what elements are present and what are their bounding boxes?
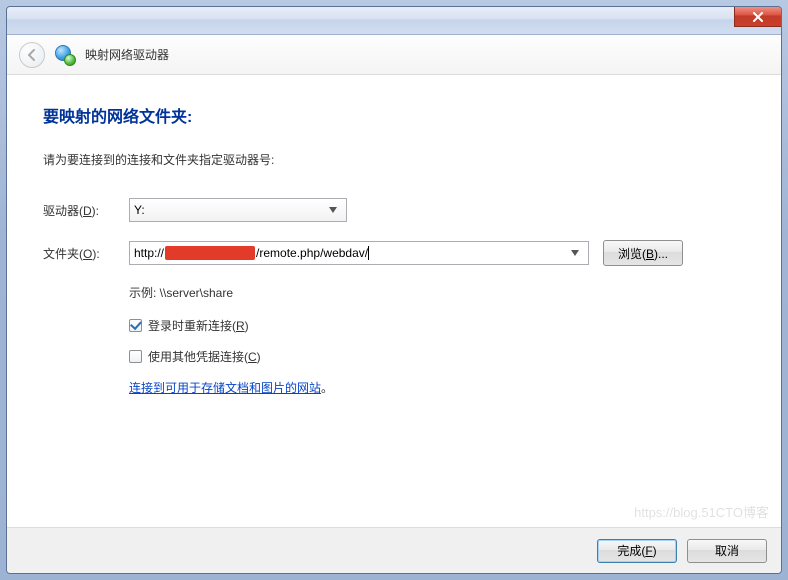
- cancel-button[interactable]: 取消: [687, 539, 767, 563]
- content-area: 要映射的网络文件夹: 请为要连接到的连接和文件夹指定驱动器号: 驱动器(D): …: [7, 75, 781, 527]
- titlebar: [7, 7, 781, 35]
- storage-website-link[interactable]: 连接到可用于存储文档和图片的网站: [129, 381, 321, 395]
- othercreds-label: 使用其他凭据连接(C): [148, 348, 261, 365]
- folder-value: http:///remote.php/webdav/: [134, 246, 566, 260]
- finish-button[interactable]: 完成(F): [597, 539, 677, 563]
- close-icon: [752, 12, 764, 22]
- main-heading: 要映射的网络文件夹:: [43, 103, 745, 127]
- folder-label: 文件夹(O):: [43, 245, 129, 262]
- text-cursor: [368, 246, 369, 260]
- reconnect-row: 登录时重新连接(R): [43, 317, 745, 334]
- reconnect-checkbox[interactable]: [129, 319, 142, 332]
- drive-row: 驱动器(D): Y:: [43, 198, 745, 222]
- back-button: [19, 42, 45, 68]
- drive-value: Y:: [134, 203, 324, 217]
- instruction-text: 请为要连接到的连接和文件夹指定驱动器号:: [43, 151, 745, 168]
- chevron-down-icon: [566, 242, 584, 264]
- map-drive-icon: [55, 45, 75, 65]
- drive-dropdown[interactable]: Y:: [129, 198, 347, 222]
- browse-button[interactable]: 浏览(B)...: [603, 240, 683, 266]
- folder-row: 文件夹(O): http:///remote.php/webdav/ 浏览(B)…: [43, 240, 745, 266]
- close-button[interactable]: [734, 6, 782, 27]
- header-bar: 映射网络驱动器: [7, 35, 781, 75]
- othercreds-row: 使用其他凭据连接(C): [43, 348, 745, 365]
- back-arrow-icon: [26, 49, 38, 61]
- redacted-host: [165, 246, 255, 260]
- chevron-down-icon: [324, 199, 342, 221]
- website-link-row: 连接到可用于存储文档和图片的网站。: [43, 379, 745, 396]
- drive-label: 驱动器(D):: [43, 202, 129, 219]
- wizard-window: 映射网络驱动器 要映射的网络文件夹: 请为要连接到的连接和文件夹指定驱动器号: …: [6, 6, 782, 574]
- othercreds-checkbox[interactable]: [129, 350, 142, 363]
- reconnect-label: 登录时重新连接(R): [148, 317, 249, 334]
- header-title: 映射网络驱动器: [85, 46, 169, 63]
- footer-bar: 完成(F) 取消: [7, 527, 781, 573]
- example-text: 示例: \\server\share: [43, 284, 745, 301]
- folder-combobox[interactable]: http:///remote.php/webdav/: [129, 241, 589, 265]
